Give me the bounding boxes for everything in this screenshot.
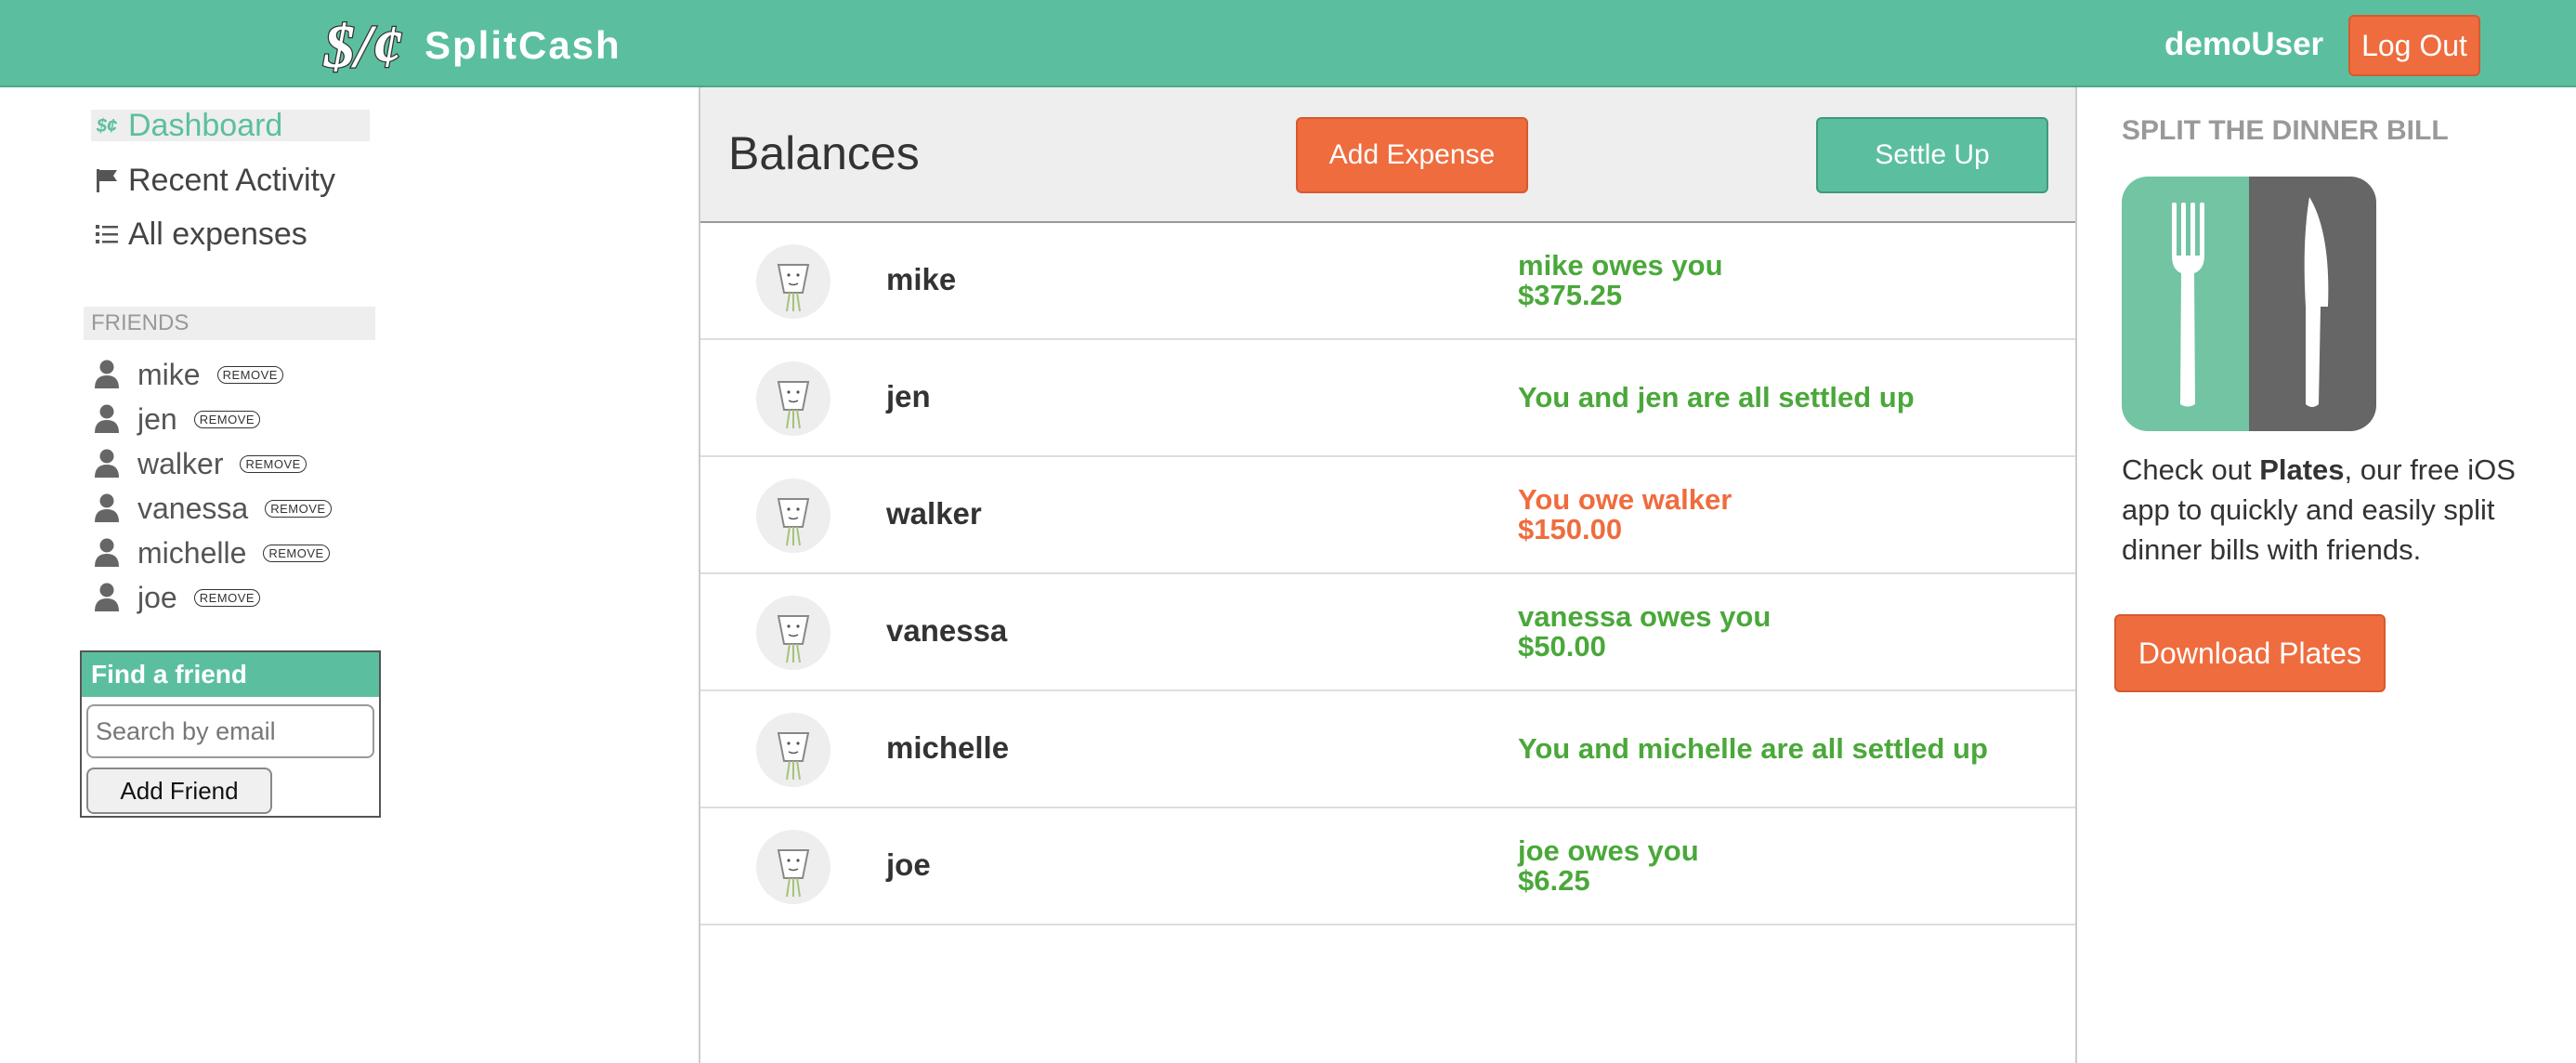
- promo-text-part: Check out: [2122, 453, 2260, 486]
- promo-title: SPLIT THE DINNER BILL: [2122, 115, 2449, 146]
- money-icon: $¢: [91, 110, 123, 141]
- avatar: [756, 479, 830, 553]
- find-friend-panel: Find a friend Add Friend: [80, 650, 381, 818]
- top-navbar: $/¢ SplitCash demoUser Log Out: [0, 0, 2576, 87]
- remove-friend-button[interactable]: REMOVE: [240, 454, 307, 473]
- plates-app-icon[interactable]: [2122, 177, 2376, 431]
- balance-friend-name: vanessa: [886, 613, 1008, 648]
- balance-status: joe owes you $6.25: [1518, 836, 1699, 896]
- person-icon: [95, 449, 119, 478]
- balance-status-text: vanessa owes you: [1518, 600, 1772, 633]
- person-icon: [95, 583, 119, 611]
- nav-recent-activity[interactable]: Recent Activity: [91, 162, 335, 199]
- remove-friend-button[interactable]: REMOVE: [263, 544, 330, 562]
- search-email-input[interactable]: [86, 704, 374, 758]
- person-icon: [95, 404, 119, 433]
- balance-amount: $6.25: [1518, 864, 1590, 897]
- friends-heading: FRIENDS: [84, 307, 375, 340]
- balance-row[interactable]: jen You and jen are all settled up: [700, 340, 2075, 457]
- avatar: [756, 713, 830, 787]
- nav-label: Dashboard: [128, 107, 283, 143]
- svg-text:$/¢: $/¢: [323, 13, 402, 80]
- balance-friend-name: jen: [886, 379, 931, 413]
- friend-item-michelle[interactable]: michelle REMOVE: [93, 534, 330, 571]
- balance-row[interactable]: joe joe owes you $6.25: [700, 808, 2075, 925]
- balance-status: You and michelle are all settled up: [1518, 734, 1988, 764]
- settle-up-button[interactable]: Settle Up: [1816, 117, 2048, 193]
- nav-label: Recent Activity: [128, 162, 335, 198]
- avatar: [756, 361, 830, 436]
- friend-name: vanessa: [137, 491, 249, 525]
- add-expense-button[interactable]: Add Expense: [1296, 117, 1528, 193]
- brand-name: SplitCash: [425, 23, 621, 67]
- balance-status: You owe walker $150.00: [1518, 485, 1732, 545]
- balance-friend-name: walker: [886, 496, 982, 531]
- balance-status-text: You owe walker: [1518, 483, 1733, 516]
- balance-friend-name: joe: [886, 847, 931, 882]
- add-friend-button[interactable]: Add Friend: [86, 768, 272, 814]
- nav-all-expenses[interactable]: All expenses: [91, 216, 307, 253]
- friend-item-vanessa[interactable]: vanessa REMOVE: [93, 490, 332, 527]
- friend-name: mike: [137, 357, 201, 391]
- friend-item-mike[interactable]: mike REMOVE: [93, 356, 283, 393]
- balance-amount: $50.00: [1518, 630, 1606, 663]
- promo-app-name: Plates: [2259, 453, 2345, 486]
- avatar: [756, 244, 830, 319]
- list-icon: [91, 218, 123, 250]
- balance-status-text: You and michelle are all settled up: [1518, 732, 1988, 765]
- balance-status: vanessa owes you $50.00: [1518, 602, 1771, 662]
- balance-status-text: mike owes you: [1518, 249, 1723, 282]
- current-username: demoUser: [2164, 26, 2324, 62]
- balances-panel: Balances Add Expense Settle Up mike mike…: [699, 87, 2077, 1063]
- remove-friend-button[interactable]: REMOVE: [193, 410, 261, 428]
- page-title: Balances: [728, 127, 920, 179]
- balance-row[interactable]: walker You owe walker $150.00: [700, 457, 2075, 574]
- download-plates-button[interactable]: Download Plates: [2114, 614, 2386, 692]
- remove-friend-button[interactable]: REMOVE: [216, 365, 283, 384]
- avatar: [756, 830, 830, 904]
- splitcash-logo-icon: $/¢: [322, 12, 404, 80]
- balance-status-text: You and jen are all settled up: [1518, 381, 1915, 413]
- balance-row[interactable]: vanessa vanessa owes you $50.00: [700, 574, 2075, 691]
- friend-name: joe: [137, 580, 177, 614]
- avatar: [756, 596, 830, 670]
- nav-dashboard[interactable]: $¢ Dashboard: [91, 107, 370, 143]
- find-friend-title: Find a friend: [82, 652, 379, 697]
- balance-row[interactable]: michelle You and michelle are all settle…: [700, 691, 2075, 808]
- nav-label: All expenses: [128, 216, 307, 252]
- remove-friend-button[interactable]: REMOVE: [193, 588, 261, 607]
- balance-status: You and jen are all settled up: [1518, 383, 1915, 413]
- balances-header: Balances Add Expense Settle Up: [700, 87, 2075, 223]
- promo-description: Check out Plates, our free iOS app to qu…: [2122, 450, 2530, 570]
- balance-friend-name: mike: [886, 262, 957, 296]
- friend-item-jen[interactable]: jen REMOVE: [93, 400, 261, 438]
- friend-name: michelle: [137, 535, 247, 570]
- balance-friend-name: michelle: [886, 730, 1010, 765]
- person-icon: [95, 360, 119, 388]
- app-logo[interactable]: $/¢ SplitCash: [320, 11, 621, 80]
- logout-button[interactable]: Log Out: [2348, 15, 2480, 76]
- person-icon: [95, 538, 119, 567]
- balance-status-text: joe owes you: [1518, 834, 1699, 867]
- balance-status: mike owes you $375.25: [1518, 251, 1723, 310]
- balance-amount: $150.00: [1518, 513, 1623, 545]
- friend-item-walker[interactable]: walker REMOVE: [93, 445, 307, 482]
- flag-icon: [91, 164, 123, 196]
- remove-friend-button[interactable]: REMOVE: [265, 499, 332, 518]
- balance-amount: $375.25: [1518, 279, 1623, 311]
- svg-text:$¢: $¢: [96, 116, 117, 137]
- friend-name: jen: [137, 401, 177, 436]
- person-icon: [95, 493, 119, 522]
- balance-row[interactable]: mike mike owes you $375.25: [700, 223, 2075, 340]
- friend-name: walker: [137, 446, 224, 480]
- friend-item-joe[interactable]: joe REMOVE: [93, 579, 261, 616]
